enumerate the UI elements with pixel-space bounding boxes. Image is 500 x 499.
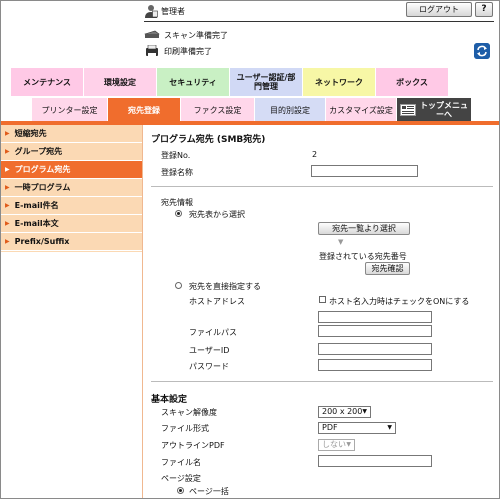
top-navigation-tabs: メンテナンス 環境設定 セキュリティ ユーザー認証/部門管理 ネットワーク ボッ… — [11, 68, 449, 96]
tab-environment-settings[interactable]: 環境設定 — [84, 68, 157, 96]
registered-dest-label: 登録されている宛先番号 — [319, 252, 407, 261]
scan-status: スキャン準備完了 — [144, 29, 228, 41]
chevron-down-icon: ▼ — [362, 408, 367, 415]
scan-status-text: スキャン準備完了 — [164, 30, 228, 40]
page-setting-label: ページ設定 — [161, 474, 201, 483]
hostname-checkbox-label: ホスト名入力時はチェックをONにする — [329, 297, 470, 306]
admin-label: 管理者 — [161, 7, 185, 16]
sidebar-item-label: プログラム宛先 — [14, 165, 71, 174]
logout-button[interactable]: ログアウト — [406, 2, 472, 17]
chevron-down-icon: ▼ — [346, 441, 351, 448]
sidebar-item-label: E-mail件名 — [14, 201, 59, 210]
tab-customize-settings[interactable]: カスタマイズ設定 — [326, 98, 396, 122]
basic-settings-title: 基本設定 — [151, 395, 188, 405]
sidebar-item-prefix-suffix[interactable]: ▶ Prefix/Suffix — [1, 233, 142, 251]
print-status-text: 印刷準備完了 — [164, 46, 212, 56]
triangle-right-icon: ▶ — [5, 220, 10, 227]
top-menu-icon — [400, 104, 416, 116]
reg-no-label: 登録No. — [161, 151, 191, 160]
tab-address-registration[interactable]: 宛先登録 — [108, 98, 180, 122]
user-id-input[interactable] — [318, 343, 432, 355]
printer-icon — [146, 45, 158, 56]
tab-fax-settings[interactable]: ファクス設定 — [181, 98, 254, 122]
resolution-label: スキャン解像度 — [161, 408, 217, 417]
dest-info-label: 宛先情報 — [161, 198, 193, 207]
sidebar: ▶ 短縮宛先 ▶ グループ宛先 ▶ プログラム宛先 ▶ 一時プログラム ▶ E-mail件… — [1, 125, 142, 252]
password-input[interactable] — [318, 359, 432, 371]
triangle-right-icon: ▶ — [5, 184, 10, 191]
file-format-value: PDF — [322, 423, 338, 432]
host-address-input[interactable] — [318, 311, 432, 323]
scanner-icon — [144, 30, 160, 38]
section-divider — [151, 186, 493, 187]
sidebar-item-program-address[interactable]: ▶ プログラム宛先 — [1, 161, 142, 179]
triangle-right-icon: ▶ — [5, 166, 10, 173]
file-name-label: ファイル名 — [161, 458, 201, 467]
tab-maintenance[interactable]: メンテナンス — [11, 68, 84, 96]
triangle-right-icon: ▶ — [5, 130, 10, 137]
sidebar-item-label: E-mail本文 — [14, 219, 59, 228]
down-arrow-icon: ▼ — [338, 238, 344, 246]
sidebar-item-label: 一時プログラム — [14, 183, 71, 192]
resolution-value: 200 x 200 — [322, 407, 363, 416]
sub-navigation-tabs: プリンター設定 宛先登録 ファクス設定 目的別設定 カスタマイズ設定 トップメニ… — [32, 98, 472, 122]
tab-security[interactable]: セキュリティ — [157, 68, 230, 96]
triangle-right-icon: ▶ — [5, 202, 10, 209]
outline-pdf-label: アウトラインPDF — [161, 441, 225, 450]
host-address-label: ホストアドレス — [189, 297, 245, 306]
outline-pdf-value: しない — [322, 440, 346, 449]
page-all-label: ページ一括 — [189, 487, 229, 496]
radio-from-list-label: 宛先表から選択 — [189, 210, 245, 219]
radio-from-list[interactable] — [175, 210, 182, 217]
sidebar-item-label: 短縮宛先 — [14, 129, 47, 138]
hostname-checkbox[interactable] — [319, 296, 326, 303]
triangle-right-icon: ▶ — [5, 238, 10, 245]
file-format-label: ファイル形式 — [161, 424, 209, 433]
top-menu-label: トップメニューへ — [420, 101, 468, 119]
tab-box[interactable]: ボックス — [376, 68, 449, 96]
tab-top-menu[interactable]: トップメニューへ — [397, 98, 471, 122]
tab-network[interactable]: ネットワーク — [303, 68, 376, 96]
sidebar-item-label: Prefix/Suffix — [14, 237, 70, 246]
password-label: パスワード — [189, 362, 229, 371]
radio-direct-input[interactable] — [175, 282, 182, 289]
file-path-label: ファイルパス — [189, 328, 237, 337]
sidebar-item-temporary-program[interactable]: ▶ 一時プログラム — [1, 179, 142, 197]
refresh-icon[interactable] — [474, 43, 490, 59]
file-path-input[interactable] — [318, 325, 432, 337]
sidebar-item-abbreviated-address[interactable]: ▶ 短縮宛先 — [1, 125, 142, 143]
admin-user-icon — [145, 5, 158, 18]
print-status: 印刷準備完了 — [144, 45, 212, 57]
help-button[interactable]: ? — [475, 2, 493, 17]
select-from-list-button[interactable]: 宛先一覧より選択 — [318, 222, 410, 235]
file-name-input[interactable] — [318, 455, 432, 467]
tab-printer-settings[interactable]: プリンター設定 — [32, 98, 107, 122]
user-id-label: ユーザーID — [189, 346, 230, 355]
chevron-down-icon: ▼ — [387, 424, 392, 431]
web-page: 管理者 ログアウト ? スキャン準備完了 印刷準備完了 メンテナンス 環境設定 … — [0, 0, 500, 499]
section-divider — [151, 381, 493, 382]
sidebar-item-label: グループ宛先 — [14, 147, 63, 156]
reg-no-value: 2 — [312, 150, 318, 159]
page-title: プログラム宛先 (SMB宛先) — [151, 135, 266, 145]
radio-page-all[interactable] — [177, 487, 184, 494]
header-divider — [144, 21, 494, 22]
radio-direct-input-label: 宛先を直接指定する — [189, 282, 261, 291]
sidebar-item-email-subject[interactable]: ▶ E-mail件名 — [1, 197, 142, 215]
file-format-select[interactable]: PDF ▼ — [318, 422, 396, 434]
outline-pdf-select[interactable]: しない ▼ — [318, 439, 355, 451]
sidebar-divider — [142, 125, 143, 498]
sidebar-item-group-address[interactable]: ▶ グループ宛先 — [1, 143, 142, 161]
sidebar-item-email-body[interactable]: ▶ E-mail本文 — [1, 215, 142, 233]
reg-name-label: 登録名称 — [161, 168, 193, 177]
resolution-select[interactable]: 200 x 200 ▼ — [318, 406, 371, 418]
tab-user-auth-account-track[interactable]: ユーザー認証/部門管理 — [230, 68, 303, 96]
triangle-right-icon: ▶ — [5, 148, 10, 155]
tab-purpose-settings[interactable]: 目的別設定 — [255, 98, 325, 122]
reg-name-input[interactable] — [311, 165, 418, 177]
confirm-dest-button[interactable]: 宛先確認 — [365, 262, 410, 275]
